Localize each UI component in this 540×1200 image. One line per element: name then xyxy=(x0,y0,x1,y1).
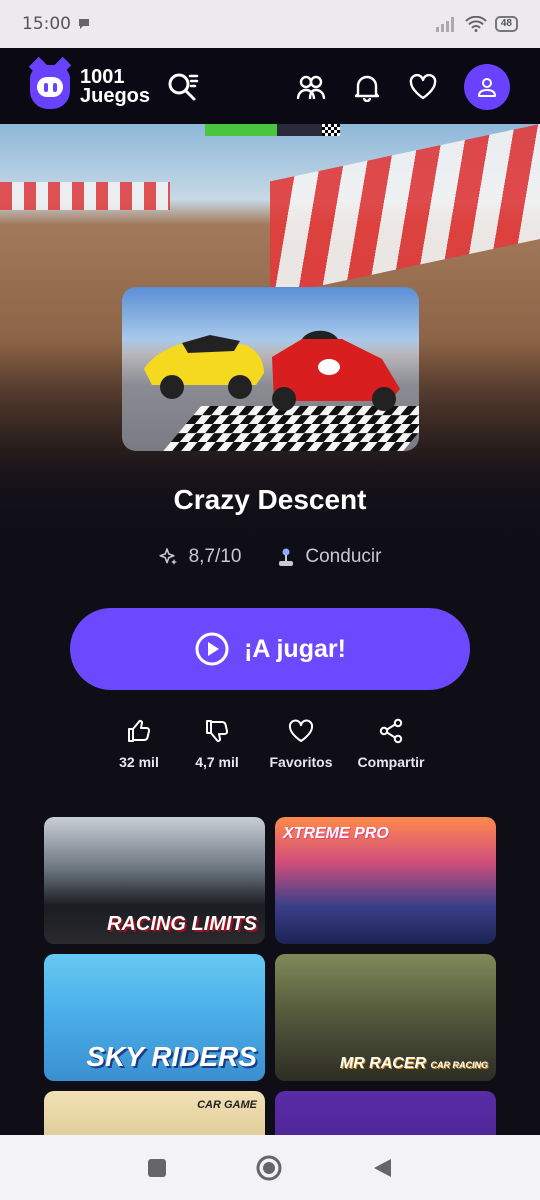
finish-flag-icon xyxy=(322,124,340,136)
like-count: 32 mil xyxy=(119,754,159,770)
share-icon xyxy=(379,718,403,744)
signal-icon xyxy=(435,17,454,32)
heart-icon xyxy=(288,719,314,742)
sparkle-icon xyxy=(158,548,177,565)
game-card-mr-racer[interactable]: MR RACER CAR RACING xyxy=(275,954,496,1081)
status-bar: 15:00 48 xyxy=(0,0,540,48)
game-card-xtreme-pro[interactable]: XTREME PRO xyxy=(275,817,496,944)
dislike-count: 4,7 mil xyxy=(195,754,239,770)
game-card-title: MR RACER CAR RACING xyxy=(339,1055,488,1072)
yellow-car-illustration xyxy=(144,330,400,411)
bell-icon[interactable] xyxy=(352,72,382,102)
rating-value: 8,7/10 xyxy=(188,546,242,567)
logo-text[interactable]: 1001 Juegos xyxy=(80,67,151,107)
logo-mascot-icon[interactable] xyxy=(30,65,70,109)
game-card-car-game[interactable]: CAR GAME xyxy=(44,1091,265,1135)
related-games-grid: RACING LIMITS XTREME PRO SKY RIDERS MR R… xyxy=(44,817,496,1135)
race-progress-fill xyxy=(205,124,277,136)
game-card-title: XTREME PRO xyxy=(283,825,389,842)
status-time: 15:00 xyxy=(22,14,71,34)
game-card-title: RACING LIMITS xyxy=(107,913,257,935)
share-button[interactable]: Compartir xyxy=(346,718,436,770)
friends-icon[interactable] xyxy=(296,72,326,102)
category-label: Conducir xyxy=(305,546,382,567)
game-card-sky-riders[interactable]: SKY RIDERS xyxy=(44,954,265,1081)
joystick-icon xyxy=(279,548,294,566)
back-icon[interactable] xyxy=(371,1157,393,1179)
app-bar: 1001 Juegos xyxy=(0,48,540,126)
track-barrier-left xyxy=(0,182,170,210)
battery-indicator: 48 xyxy=(494,16,518,32)
wifi-icon xyxy=(465,16,487,32)
heart-icon[interactable] xyxy=(408,72,438,102)
play-button[interactable]: ¡A jugar! xyxy=(70,608,470,690)
rating: 8,7/10 xyxy=(158,546,242,568)
track-barrier xyxy=(270,124,540,297)
logo-line-2: Juegos xyxy=(80,85,151,107)
share-label: Compartir xyxy=(357,754,425,770)
dislike-button[interactable]: 4,7 mil xyxy=(178,718,256,770)
favorites-label: Favoritos xyxy=(269,754,333,770)
profile-button[interactable] xyxy=(464,64,510,110)
thumbs-down-icon xyxy=(206,720,229,743)
game-card-title: CAR GAME xyxy=(197,1099,257,1111)
game-card-purple[interactable] xyxy=(275,1091,496,1135)
game-card-racing-limits[interactable]: RACING LIMITS xyxy=(44,817,265,944)
play-label: ¡A jugar! xyxy=(244,634,346,663)
category[interactable]: Conducir xyxy=(277,546,381,568)
recent-apps-icon[interactable] xyxy=(147,1158,167,1178)
like-button[interactable]: 32 mil xyxy=(100,718,178,770)
game-actions: 32 mil 4,7 mil Favoritos Compartir xyxy=(100,718,436,770)
play-icon xyxy=(195,632,229,666)
system-navigation-bar xyxy=(0,1135,540,1200)
user-icon xyxy=(478,78,496,97)
thumbs-up-icon xyxy=(128,719,151,742)
game-thumbnail[interactable] xyxy=(122,287,419,451)
game-meta: 8,7/10 Conducir xyxy=(0,546,540,568)
game-card-title: SKY RIDERS xyxy=(86,1041,257,1072)
chat-notification-icon xyxy=(79,19,89,29)
search-icon[interactable] xyxy=(166,70,200,104)
home-icon[interactable] xyxy=(255,1154,283,1182)
game-title: Crazy Descent xyxy=(173,484,367,515)
race-progress-bar xyxy=(205,124,340,136)
favorites-button[interactable]: Favoritos xyxy=(256,718,346,770)
